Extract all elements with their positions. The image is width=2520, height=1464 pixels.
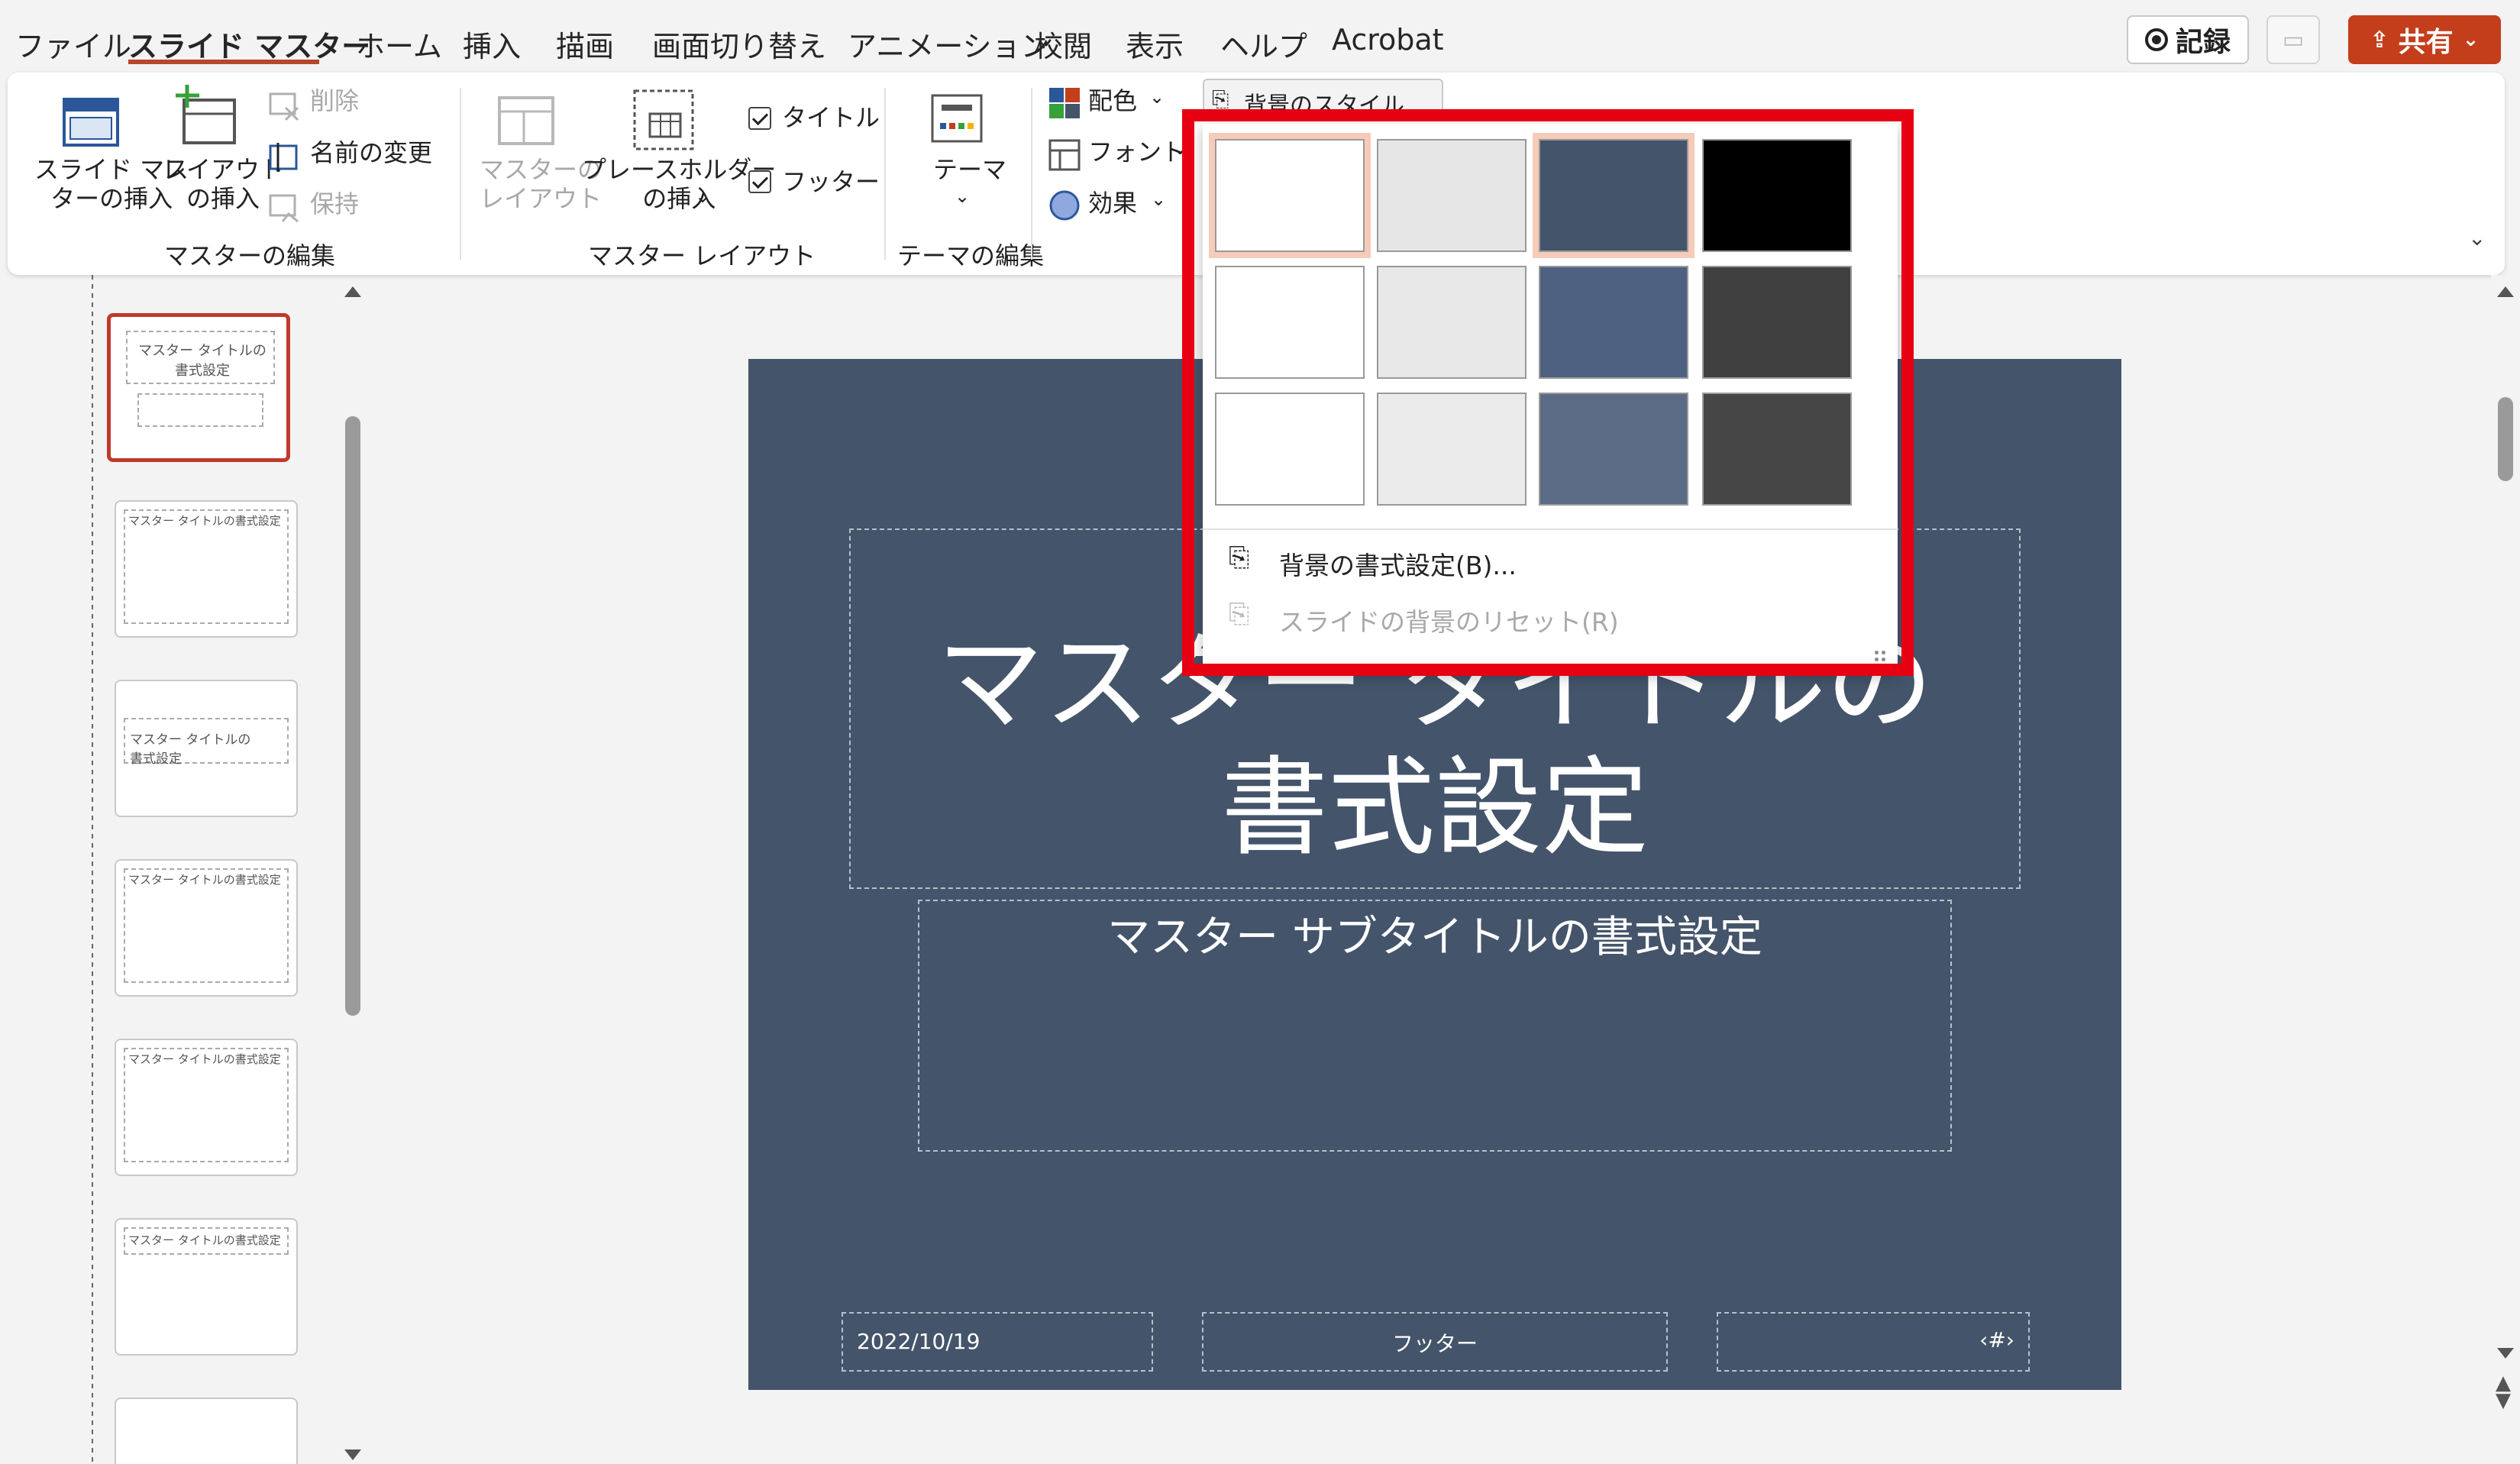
scroll-down-icon[interactable] bbox=[344, 1449, 361, 1460]
chevron-down-icon[interactable]: ⌄ bbox=[2463, 28, 2480, 51]
group-separator bbox=[1031, 88, 1032, 260]
active-tab-underline bbox=[128, 60, 319, 64]
delete-icon bbox=[269, 92, 299, 121]
footer-checkbox-label[interactable]: フッター bbox=[782, 167, 880, 196]
tab-home[interactable]: ホーム bbox=[356, 23, 442, 65]
scroll-down-icon[interactable] bbox=[2497, 1348, 2514, 1359]
slide-date: 2022/10/19 bbox=[857, 1329, 981, 1354]
tab-animations[interactable]: アニメーション bbox=[848, 23, 1049, 65]
colors-label[interactable]: 配色 bbox=[1088, 86, 1137, 115]
scroll-up-icon[interactable] bbox=[2497, 286, 2514, 297]
rename-label[interactable]: 名前の変更 bbox=[310, 138, 432, 167]
tab-acrobat[interactable]: Acrobat bbox=[1332, 23, 1444, 57]
editor-scrollbar[interactable]: ▲ ▼ bbox=[2491, 275, 2520, 1464]
tab-file[interactable]: ファイル bbox=[15, 23, 131, 65]
slide-title-line2: 書式設定 bbox=[1220, 746, 1649, 871]
fonts-icon[interactable] bbox=[1048, 138, 1081, 172]
slide-subtitle: マスター サブタイトルの書式設定 bbox=[1107, 913, 1762, 962]
thumb-title-text: マスター タイトルの書式設定 bbox=[128, 1052, 281, 1066]
delete-label: 削除 bbox=[310, 86, 360, 115]
thumb-subtitle-placeholder bbox=[137, 393, 263, 427]
section-divider-line bbox=[92, 275, 93, 1464]
collapse-ribbon-icon[interactable]: ⌄ bbox=[2468, 225, 2486, 250]
thumbnail-master[interactable]: マスター タイトルの 書式設定 bbox=[107, 313, 290, 462]
preserve-label: 保持 bbox=[310, 189, 360, 218]
insert-layout-label[interactable]: レイアウト の挿入 bbox=[162, 155, 284, 214]
master-layout-icon bbox=[498, 96, 554, 145]
insert-placeholder-icon[interactable] bbox=[630, 86, 699, 155]
tab-slide-master[interactable]: スライド マスター bbox=[128, 23, 370, 65]
scroll-up-icon[interactable] bbox=[344, 286, 361, 297]
title-checkbox[interactable] bbox=[748, 107, 771, 130]
theme-label[interactable]: テーマ bbox=[933, 155, 1006, 184]
fonts-label[interactable]: フォント bbox=[1088, 137, 1186, 166]
title-checkbox-label[interactable]: タイトル bbox=[782, 103, 880, 132]
editor-scroll-thumb[interactable] bbox=[2498, 397, 2513, 481]
highlight-box bbox=[1182, 109, 1914, 676]
group-label-master-edit: マスターの編集 bbox=[164, 241, 336, 270]
tab-transitions[interactable]: 画面切り替え bbox=[652, 23, 826, 65]
thumb-title-text: マスター タイトルの書式設定 bbox=[128, 873, 281, 887]
thumb-title-text: マスター タイトルの 書式設定 bbox=[138, 343, 267, 379]
record-icon bbox=[2144, 28, 2168, 51]
effects-label[interactable]: 効果 bbox=[1088, 189, 1137, 218]
slide-number: ‹#› bbox=[1979, 1327, 2014, 1353]
thumbnail-layout-6[interactable]: マスター タイトルの書式設定 bbox=[115, 1218, 298, 1356]
thumbnail-layout-7[interactable] bbox=[115, 1398, 298, 1464]
chevron-down-icon[interactable]: ⌄ bbox=[1149, 86, 1165, 108]
menu-bar: ファイル スライド マスター ホーム 挿入 描画 画面切り替え アニメーション … bbox=[0, 0, 2520, 76]
share-button[interactable]: ⇪ 共有 ⌄ bbox=[2348, 15, 2501, 64]
insert-layout-icon[interactable] bbox=[172, 80, 241, 149]
tab-insert[interactable]: 挿入 bbox=[463, 23, 521, 65]
theme-icon[interactable] bbox=[928, 89, 989, 150]
group-label-theme-edit: テーマの編集 bbox=[897, 241, 1045, 270]
background-styles-icon: ⎘ bbox=[1212, 86, 1229, 111]
group-separator bbox=[884, 88, 886, 260]
effects-icon[interactable] bbox=[1048, 189, 1081, 222]
thumbnail-layout-2[interactable]: マスター タイトルの書式設定 bbox=[115, 500, 298, 638]
thumb-title-text: マスター タイトルの 書式設定 bbox=[130, 732, 251, 767]
chevron-down-icon[interactable]: ⌄ bbox=[695, 186, 710, 207]
group-separator bbox=[460, 88, 461, 260]
tab-draw[interactable]: 描画 bbox=[556, 23, 614, 65]
tab-help[interactable]: ヘルプ bbox=[1220, 23, 1307, 65]
colors-icon[interactable] bbox=[1048, 86, 1081, 120]
rename-icon[interactable] bbox=[267, 140, 301, 173]
group-label-master-layout: マスター レイアウト bbox=[588, 241, 816, 270]
slide-footer: フッター bbox=[1391, 1331, 1478, 1356]
thumbnail-scrollbar[interactable] bbox=[345, 416, 360, 1016]
share-icon: ⇪ bbox=[2370, 26, 2389, 53]
chevron-down-icon[interactable]: ⌄ bbox=[955, 186, 970, 207]
thumb-title-text: マスター タイトルの書式設定 bbox=[128, 1233, 281, 1247]
thumbnail-layout-3[interactable]: マスター タイトルの 書式設定 bbox=[115, 680, 298, 817]
share-label: 共有 bbox=[2398, 27, 2454, 58]
comments-button[interactable]: ▭ bbox=[2266, 15, 2320, 64]
thumb-title-text: マスター タイトルの書式設定 bbox=[128, 514, 281, 528]
prev-next-slide-icon[interactable]: ▲ ▼ bbox=[2496, 1373, 2511, 1411]
tab-review[interactable]: 校閲 bbox=[1034, 23, 1092, 65]
tab-view[interactable]: 表示 bbox=[1126, 23, 1184, 65]
footer-checkbox[interactable] bbox=[748, 170, 771, 193]
preserve-icon bbox=[269, 194, 299, 223]
insert-placeholder-label[interactable]: プレースホルダー の挿入 bbox=[582, 155, 776, 214]
record-button[interactable]: 記録 bbox=[2127, 15, 2249, 64]
chevron-down-icon[interactable]: ⌄ bbox=[1151, 189, 1166, 210]
thumbnail-layout-5[interactable]: マスター タイトルの書式設定 bbox=[115, 1039, 298, 1176]
insert-slide-master-icon[interactable] bbox=[61, 92, 122, 153]
comment-icon: ▭ bbox=[2282, 26, 2305, 53]
thumbnail-layout-4[interactable]: マスター タイトルの書式設定 bbox=[115, 859, 298, 997]
record-label: 記録 bbox=[2175, 27, 2231, 58]
